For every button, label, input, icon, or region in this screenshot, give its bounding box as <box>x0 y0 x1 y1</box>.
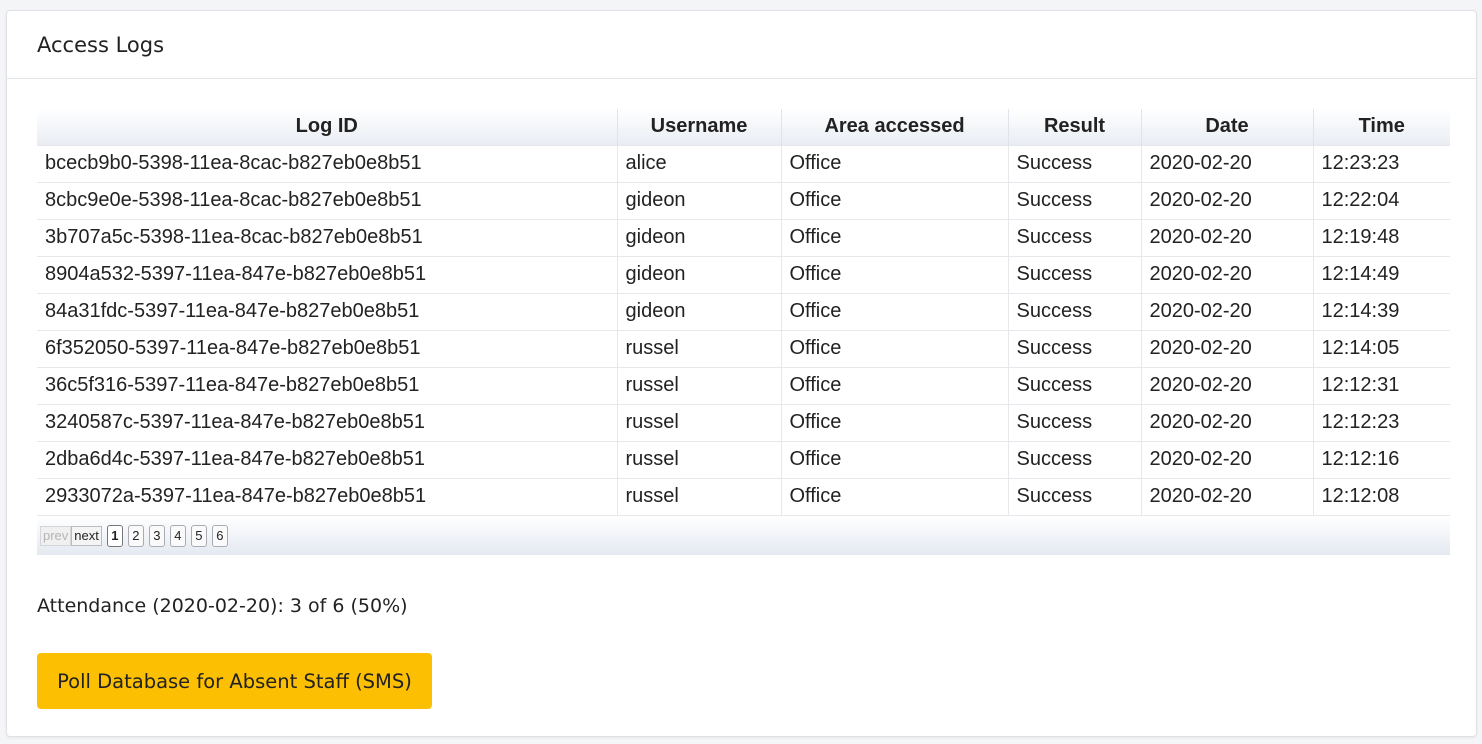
cell-log-id: 3240587c-5397-11ea-847e-b827eb0e8b51 <box>37 403 618 441</box>
cell-area: Office <box>781 218 1009 256</box>
cell-date: 2020-02-20 <box>1141 292 1314 330</box>
table-row: 8cbc9e0e-5398-11ea-8cac-b827eb0e8b51 gid… <box>37 181 1450 219</box>
cell-area: Office <box>781 144 1009 182</box>
cell-area: Office <box>781 477 1009 515</box>
cell-date: 2020-02-20 <box>1141 477 1314 515</box>
cell-username: russel <box>617 329 782 367</box>
cell-username: russel <box>617 366 782 404</box>
table-row: 3b707a5c-5398-11ea-8cac-b827eb0e8b51 gid… <box>37 218 1450 256</box>
cell-time: 12:12:31 <box>1313 366 1450 404</box>
card-header: Access Logs <box>7 11 1476 79</box>
cell-date: 2020-02-20 <box>1141 144 1314 182</box>
cell-username: russel <box>617 403 782 441</box>
access-logs-card: Access Logs Log ID Username Area accesse… <box>6 10 1477 737</box>
cell-time: 12:14:05 <box>1313 329 1450 367</box>
table-header-row: Log ID Username Area accessed Result Dat… <box>37 109 1450 145</box>
cell-log-id: 8cbc9e0e-5398-11ea-8cac-b827eb0e8b51 <box>37 181 618 219</box>
page-button-6[interactable]: 6 <box>211 524 228 547</box>
cell-log-id: 3b707a5c-5398-11ea-8cac-b827eb0e8b51 <box>37 218 618 256</box>
cell-area: Office <box>781 255 1009 293</box>
cell-date: 2020-02-20 <box>1141 218 1314 256</box>
cell-time: 12:22:04 <box>1313 181 1450 219</box>
pagination-bar: prev next 1 2 3 4 5 6 <box>37 515 1450 555</box>
page-number-list: 1 2 3 4 5 6 <box>106 524 233 547</box>
cell-result: Success <box>1008 181 1142 219</box>
cell-log-id: 8904a532-5397-11ea-847e-b827eb0e8b51 <box>37 255 618 293</box>
cell-date: 2020-02-20 <box>1141 255 1314 293</box>
cell-log-id: bcecb9b0-5398-11ea-8cac-b827eb0e8b51 <box>37 144 618 182</box>
table-row: 8904a532-5397-11ea-847e-b827eb0e8b51 gid… <box>37 255 1450 293</box>
cell-log-id: 84a31fdc-5397-11ea-847e-b827eb0e8b51 <box>37 292 618 330</box>
column-header-area-accessed[interactable]: Area accessed <box>781 109 1009 145</box>
cell-area: Office <box>781 440 1009 478</box>
cell-username: gideon <box>617 218 782 256</box>
cell-time: 12:19:48 <box>1313 218 1450 256</box>
table-row: 36c5f316-5397-11ea-847e-b827eb0e8b51 rus… <box>37 366 1450 404</box>
cell-result: Success <box>1008 477 1142 515</box>
table-row: 3240587c-5397-11ea-847e-b827eb0e8b51 rus… <box>37 403 1450 441</box>
cell-result: Success <box>1008 255 1142 293</box>
column-header-username[interactable]: Username <box>617 109 782 145</box>
cell-username: alice <box>617 144 782 182</box>
cell-username: gideon <box>617 255 782 293</box>
cell-username: russel <box>617 477 782 515</box>
cell-log-id: 36c5f316-5397-11ea-847e-b827eb0e8b51 <box>37 366 618 404</box>
cell-time: 12:12:16 <box>1313 440 1450 478</box>
cell-result: Success <box>1008 218 1142 256</box>
page-button-4[interactable]: 4 <box>169 524 186 547</box>
cell-area: Office <box>781 329 1009 367</box>
cell-time: 12:12:23 <box>1313 403 1450 441</box>
cell-time: 12:14:49 <box>1313 255 1450 293</box>
cell-username: gideon <box>617 292 782 330</box>
cell-date: 2020-02-20 <box>1141 329 1314 367</box>
table-row: 84a31fdc-5397-11ea-847e-b827eb0e8b51 gid… <box>37 292 1450 330</box>
cell-time: 12:12:08 <box>1313 477 1450 515</box>
table-row: bcecb9b0-5398-11ea-8cac-b827eb0e8b51 ali… <box>37 144 1450 182</box>
page-button-3[interactable]: 3 <box>148 524 165 547</box>
cell-time: 12:23:23 <box>1313 144 1450 182</box>
cell-area: Office <box>781 181 1009 219</box>
cell-area: Office <box>781 292 1009 330</box>
cell-username: russel <box>617 440 782 478</box>
cell-date: 2020-02-20 <box>1141 440 1314 478</box>
cell-date: 2020-02-20 <box>1141 366 1314 404</box>
column-header-time[interactable]: Time <box>1313 109 1450 145</box>
table-row: 2dba6d4c-5397-11ea-847e-b827eb0e8b51 rus… <box>37 440 1450 478</box>
card-title: Access Logs <box>37 32 165 57</box>
column-header-result[interactable]: Result <box>1008 109 1142 145</box>
table-row: 6f352050-5397-11ea-847e-b827eb0e8b51 rus… <box>37 329 1450 367</box>
cell-time: 12:14:39 <box>1313 292 1450 330</box>
cell-area: Office <box>781 403 1009 441</box>
cell-area: Office <box>781 366 1009 404</box>
attendance-summary: Attendance (2020-02-20): 3 of 6 (50%) <box>37 595 408 617</box>
cell-date: 2020-02-20 <box>1141 181 1314 219</box>
cell-date: 2020-02-20 <box>1141 403 1314 441</box>
cell-log-id: 2dba6d4c-5397-11ea-847e-b827eb0e8b51 <box>37 440 618 478</box>
cell-username: gideon <box>617 181 782 219</box>
cell-result: Success <box>1008 144 1142 182</box>
page-button-2[interactable]: 2 <box>127 524 144 547</box>
cell-log-id: 6f352050-5397-11ea-847e-b827eb0e8b51 <box>37 329 618 367</box>
table-row: 2933072a-5397-11ea-847e-b827eb0e8b51 rus… <box>37 477 1450 515</box>
column-header-date[interactable]: Date <box>1141 109 1314 145</box>
page-button-5[interactable]: 5 <box>190 524 207 547</box>
page-button-1[interactable]: 1 <box>106 524 123 547</box>
cell-result: Success <box>1008 440 1142 478</box>
poll-absent-staff-button[interactable]: Poll Database for Absent Staff (SMS) <box>37 653 432 709</box>
prev-page-button[interactable]: prev <box>40 525 72 546</box>
cell-result: Success <box>1008 292 1142 330</box>
cell-result: Success <box>1008 329 1142 367</box>
cell-log-id: 2933072a-5397-11ea-847e-b827eb0e8b51 <box>37 477 618 515</box>
cell-result: Success <box>1008 366 1142 404</box>
column-header-log-id[interactable]: Log ID <box>37 109 618 145</box>
next-page-button[interactable]: next <box>71 525 102 546</box>
access-logs-table-wrap: Log ID Username Area accessed Result Dat… <box>37 109 1450 555</box>
cell-result: Success <box>1008 403 1142 441</box>
access-logs-table: Log ID Username Area accessed Result Dat… <box>37 109 1450 515</box>
